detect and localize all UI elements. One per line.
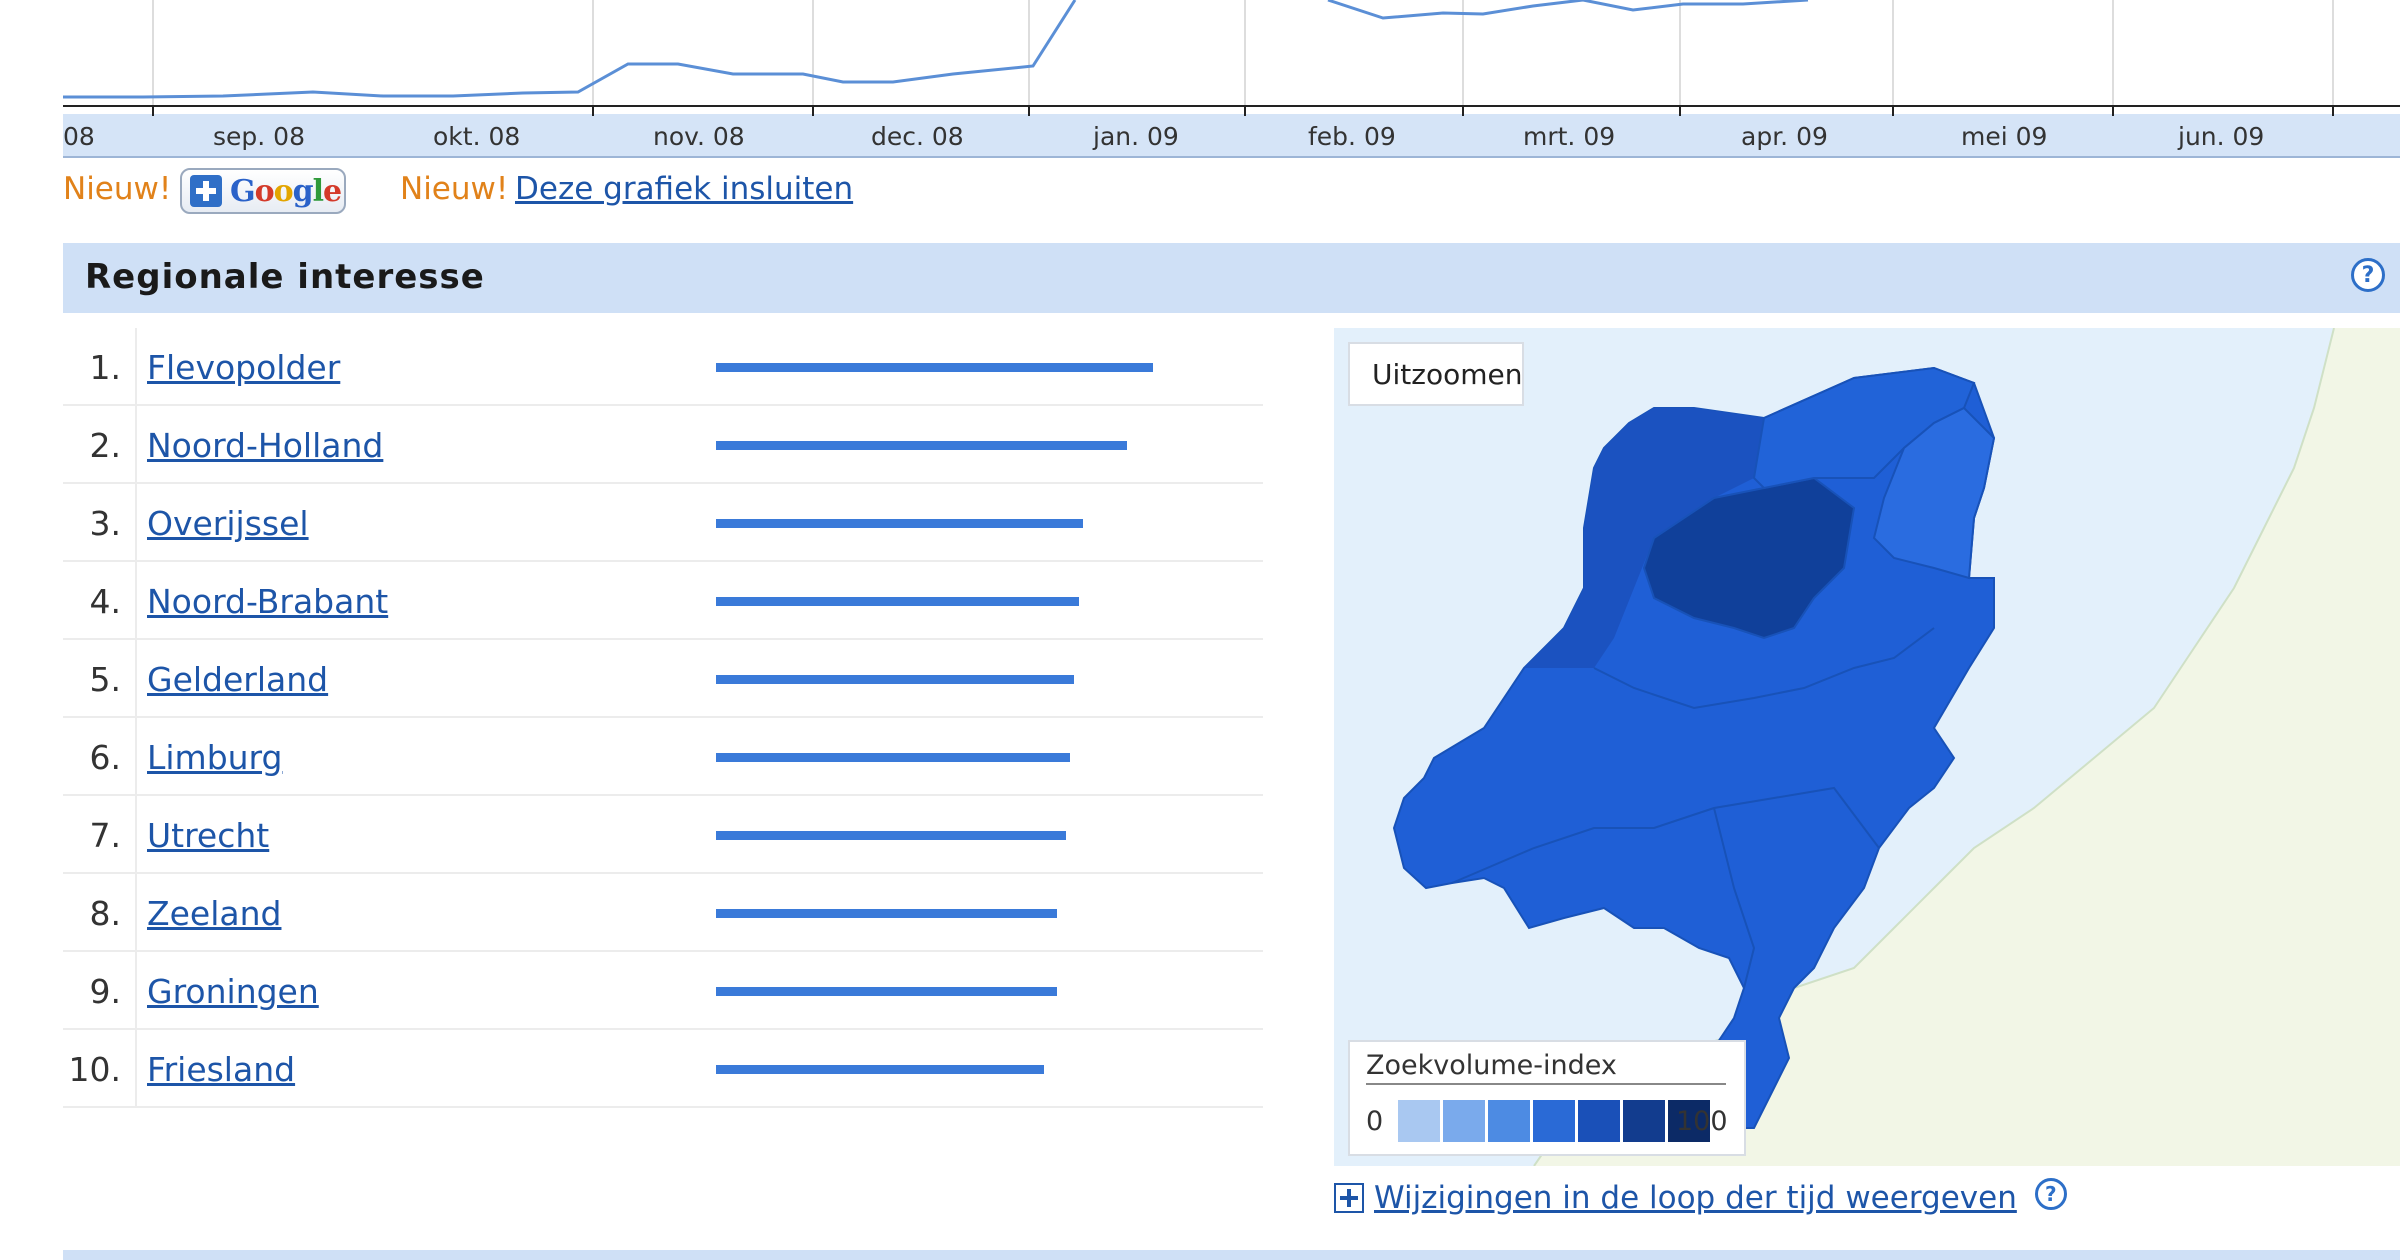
- region-row: 1. Flevopolder: [63, 328, 1263, 406]
- region-row: 8. Zeeland: [63, 874, 1263, 952]
- rank-cell: 3.: [63, 484, 137, 560]
- legend-swatch: [1398, 1100, 1440, 1142]
- map-legend: Zoekvolume-index 0 100: [1348, 1040, 1746, 1156]
- region-row: 9. Groningen: [63, 952, 1263, 1030]
- region-link[interactable]: Zeeland: [147, 894, 281, 933]
- help-icon[interactable]: ?: [2351, 258, 2385, 292]
- month-tick-label: feb. 09: [1308, 122, 1396, 151]
- region-row: 10. Friesland: [63, 1030, 1263, 1108]
- region-row: 5. Gelderland: [63, 640, 1263, 718]
- region-link[interactable]: Noord-Holland: [147, 426, 383, 465]
- rank-number: 5.: [89, 660, 122, 699]
- interest-bar: [716, 597, 1079, 606]
- rank-cell: 7.: [63, 796, 137, 872]
- rank-number: 4.: [89, 582, 122, 621]
- rank-number: 7.: [89, 816, 122, 855]
- regional-interest-header: Regionale interesse ?: [63, 243, 2400, 313]
- interest-bar: [716, 831, 1066, 840]
- add-to-google-button[interactable]: Google: [180, 168, 346, 214]
- rank-number: 2.: [89, 426, 122, 465]
- legend-swatch: [1578, 1100, 1620, 1142]
- rank-cell: 9.: [63, 952, 137, 1028]
- interest-bar: [716, 519, 1083, 528]
- interest-bar: [716, 909, 1057, 918]
- rank-cell: 6.: [63, 718, 137, 794]
- month-tick-label: 08: [63, 122, 95, 151]
- month-tick-label: jan. 09: [1092, 122, 1179, 151]
- zoom-out-button[interactable]: Uitzoomen: [1348, 342, 1524, 406]
- region-link[interactable]: Overijssel: [147, 504, 309, 543]
- rank-cell: 5.: [63, 640, 137, 716]
- changes-over-time-row: Wijzigingen in de loop der tijd weergeve…: [1334, 1176, 2067, 1220]
- plus-box-icon[interactable]: [1334, 1183, 1364, 1213]
- rank-number: 9.: [89, 972, 122, 1011]
- region-row: 7. Utrecht: [63, 796, 1263, 874]
- zoom-out-label: Uitzoomen: [1372, 357, 1523, 391]
- changes-over-time-link[interactable]: Wijzigingen in de loop der tijd weergeve…: [1374, 1180, 2017, 1216]
- rank-number: 1.: [89, 348, 122, 387]
- month-tick-label: mrt. 09: [1523, 122, 1615, 151]
- region-link[interactable]: Noord-Brabant: [147, 582, 388, 621]
- search-volume-chart: 08 sep. 08 okt. 08 nov. 08 dec. 08 jan. 09 feb…: [63, 0, 2400, 160]
- axis-band: [63, 114, 2400, 156]
- rank-number: 3.: [89, 504, 122, 543]
- region-link[interactable]: Friesland: [147, 1050, 295, 1089]
- region-map[interactable]: Uitzoomen Zoekvolume-index 0 100: [1334, 328, 2400, 1166]
- region-link[interactable]: Gelderland: [147, 660, 328, 699]
- section-title: Regionale interesse: [85, 257, 485, 297]
- legend-swatch: [1488, 1100, 1530, 1142]
- rank-number: 8.: [89, 894, 122, 933]
- legend-title: Zoekvolume-index: [1366, 1050, 1726, 1085]
- next-section-header: [63, 1250, 2400, 1260]
- month-tick-label: mei 09: [1961, 122, 2047, 151]
- interest-bar: [716, 753, 1070, 762]
- interest-bar: [716, 441, 1127, 450]
- month-tick-label: nov. 08: [653, 122, 745, 151]
- region-link[interactable]: Flevopolder: [147, 348, 340, 387]
- region-row: 3. Overijssel: [63, 484, 1263, 562]
- legend-max-value: 100: [1676, 1106, 1728, 1137]
- region-row: 6. Limburg: [63, 718, 1263, 796]
- month-tick-label: dec. 08: [871, 122, 964, 151]
- region-ranking-list: 1. Flevopolder 2. Noord-Holland 3. Overijssel…: [63, 328, 1263, 1108]
- rank-cell: 8.: [63, 874, 137, 950]
- rank-cell: 2.: [63, 406, 137, 482]
- legend-min-value: 0: [1366, 1106, 1384, 1137]
- region-link[interactable]: Groningen: [147, 972, 319, 1011]
- chart-canvas: 08 sep. 08 okt. 08 nov. 08 dec. 08 jan. 09 feb…: [63, 0, 2400, 160]
- nieuw-badge-2: Nieuw!: [400, 171, 509, 207]
- legend-swatch: [1533, 1100, 1575, 1142]
- interest-bar: [716, 675, 1074, 684]
- interest-bar: [716, 987, 1057, 996]
- month-tick-label: apr. 09: [1741, 122, 1828, 151]
- region-link[interactable]: Utrecht: [147, 816, 269, 855]
- region-row: 4. Noord-Brabant: [63, 562, 1263, 640]
- legend-swatch: [1623, 1100, 1665, 1142]
- help-icon[interactable]: ?: [2034, 1178, 2067, 1210]
- rank-cell: 4.: [63, 562, 137, 638]
- month-tick-label: sep. 08: [213, 122, 305, 151]
- google-logo: Google: [230, 173, 342, 209]
- rank-number: 10.: [68, 1050, 121, 1089]
- nieuw-badge-1: Nieuw!: [63, 171, 172, 207]
- rank-cell: 1.: [63, 328, 137, 404]
- region-link[interactable]: Limburg: [147, 738, 283, 777]
- google-plus-icon: [190, 175, 222, 207]
- embed-chart-link[interactable]: Deze grafiek insluiten: [515, 171, 853, 207]
- month-tick-label: okt. 08: [433, 122, 520, 151]
- month-tick-label: jun. 09: [2177, 122, 2264, 151]
- rank-number: 6.: [89, 738, 122, 777]
- rank-cell: 10.: [63, 1030, 137, 1106]
- region-row: 2. Noord-Holland: [63, 406, 1263, 484]
- interest-bar: [716, 1065, 1044, 1074]
- legend-swatch: [1443, 1100, 1485, 1142]
- interest-bar: [716, 363, 1153, 372]
